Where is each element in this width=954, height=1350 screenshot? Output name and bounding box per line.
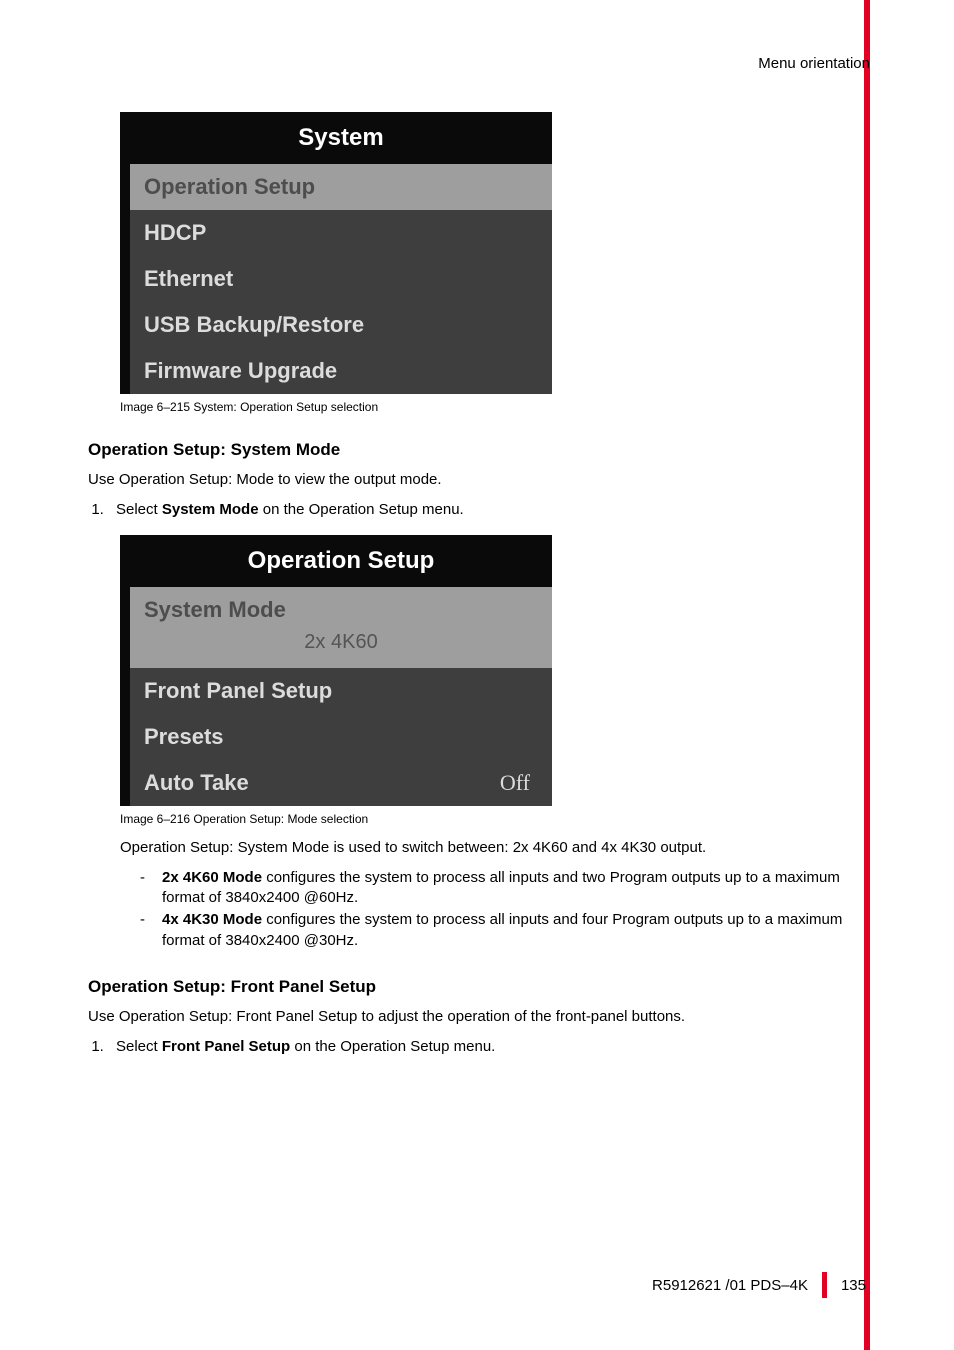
footer-divider — [822, 1272, 827, 1298]
footer-page-number: 135 — [841, 1277, 866, 1294]
step-1: Select System Mode on the Operation Setu… — [108, 500, 866, 520]
bullet-2x4k60: 2x 4K60 Mode configures the system to pr… — [140, 868, 866, 909]
operation-setup-menu-panel: Operation Setup System Mode 2x 4K60 Fron… — [120, 535, 552, 806]
image-caption-216: Image 6–216 Operation Setup: Mode select… — [120, 812, 866, 826]
intro-system-mode: Use Operation Setup: Mode to view the ou… — [88, 470, 866, 490]
operation-setup-menu-title: Operation Setup — [130, 535, 552, 587]
menu-item-firmware-upgrade[interactable]: Firmware Upgrade — [130, 348, 552, 394]
auto-take-value: Off — [500, 770, 530, 796]
steps-system-mode: Select System Mode on the Operation Setu… — [88, 500, 866, 520]
intro-front-panel-setup: Use Operation Setup: Front Panel Setup t… — [88, 1007, 866, 1027]
menu-item-presets[interactable]: Presets — [130, 714, 552, 760]
menu-item-usb-backup-restore[interactable]: USB Backup/Restore — [130, 302, 552, 348]
menu-item-operation-setup[interactable]: Operation Setup — [130, 164, 552, 210]
bullet-text: configures the system to process all inp… — [162, 911, 842, 948]
header-section-label: Menu orientation — [88, 55, 870, 72]
image-caption-215: Image 6–215 System: Operation Setup sele… — [120, 400, 866, 414]
menu-item-system-mode[interactable]: System Mode — [130, 587, 552, 625]
menu-item-system-mode-value: 2x 4K60 — [130, 625, 552, 668]
step-bold: System Mode — [162, 501, 259, 518]
bullet-bold: 4x 4K30 Mode — [162, 911, 262, 928]
document-page: Menu orientation System Operation Setup … — [0, 0, 954, 1350]
system-mode-description: Operation Setup: System Mode is used to … — [120, 838, 866, 858]
step-prefix: Select — [116, 1038, 162, 1055]
step-suffix: on the Operation Setup menu. — [259, 501, 464, 518]
heading-front-panel-setup: Operation Setup: Front Panel Setup — [88, 977, 866, 997]
menu-item-hdcp[interactable]: HDCP — [130, 210, 552, 256]
menu-item-front-panel-setup[interactable]: Front Panel Setup — [130, 668, 552, 714]
auto-take-label: Auto Take — [144, 770, 249, 796]
mode-bullet-list: 2x 4K60 Mode configures the system to pr… — [120, 868, 866, 951]
step-suffix: on the Operation Setup menu. — [290, 1038, 495, 1055]
system-menu-title: System — [130, 112, 552, 164]
menu-item-auto-take[interactable]: Auto Take Off — [130, 760, 552, 806]
bullet-text: configures the system to process all inp… — [162, 869, 840, 906]
step-1: Select Front Panel Setup on the Operatio… — [108, 1037, 866, 1057]
bullet-bold: 2x 4K60 Mode — [162, 869, 262, 886]
steps-front-panel-setup: Select Front Panel Setup on the Operatio… — [88, 1037, 866, 1057]
step-prefix: Select — [116, 501, 162, 518]
menu-item-ethernet[interactable]: Ethernet — [130, 256, 552, 302]
page-footer: R5912621 /01 PDS–4K 135 — [652, 1272, 866, 1298]
bullet-4x4k30: 4x 4K30 Mode configures the system to pr… — [140, 910, 866, 951]
heading-system-mode: Operation Setup: System Mode — [88, 440, 866, 460]
system-menu-panel: System Operation Setup HDCP Ethernet USB… — [120, 112, 552, 394]
step-bold: Front Panel Setup — [162, 1038, 290, 1055]
footer-doc-id: R5912621 /01 PDS–4K — [652, 1277, 808, 1294]
